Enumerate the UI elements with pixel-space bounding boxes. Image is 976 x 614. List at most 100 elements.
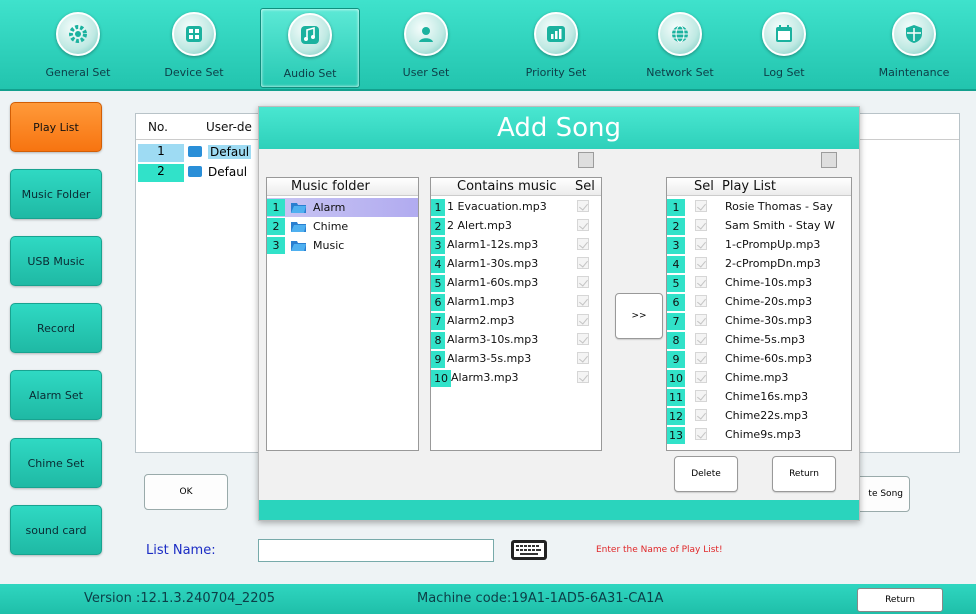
bar-chart-icon <box>534 12 578 56</box>
nav-maintenance[interactable]: Maintenance <box>864 8 964 88</box>
folder-icon <box>291 222 306 232</box>
contains-music-item[interactable]: 6 Alarm1.mp3 <box>431 293 601 312</box>
play-list-item[interactable]: 9 Chime-60s.mp3 <box>667 350 851 369</box>
play-list-item[interactable]: 12 Chime22s.mp3 <box>667 407 851 426</box>
select-checkbox[interactable] <box>577 257 589 269</box>
gear-icon <box>56 12 100 56</box>
folder-icon <box>188 166 202 177</box>
select-checkbox[interactable] <box>695 333 707 345</box>
select-checkbox[interactable] <box>695 219 707 231</box>
return-button[interactable]: Return <box>857 588 943 612</box>
contains-music-item[interactable]: 4 Alarm1-30s.mp3 <box>431 255 601 274</box>
contains-music-item[interactable]: 9 Alarm3-5s.mp3 <box>431 350 601 369</box>
sidebar-item-record[interactable]: Record <box>10 303 102 353</box>
select-checkbox[interactable] <box>577 238 589 250</box>
list-name-input[interactable] <box>258 539 494 562</box>
select-checkbox[interactable] <box>577 371 589 383</box>
nav-log-set[interactable]: Log Set <box>734 8 834 88</box>
sidebar: Play List Music Folder USB Music Record … <box>0 93 116 578</box>
nav-audio-set[interactable]: Audio Set <box>260 8 360 88</box>
music-folder-panel: Music folder 1 Alarm 2 Chime 3 Music <box>266 177 419 451</box>
contains-music-item[interactable]: 22 Alert.mp3 <box>431 217 601 236</box>
add-to-playlist-button[interactable]: >> <box>615 293 663 339</box>
music-note-icon <box>288 13 332 57</box>
nav-general-set[interactable]: General Set <box>28 8 128 88</box>
sidebar-item-usb-music[interactable]: USB Music <box>10 236 102 286</box>
music-folder-header: Music folder <box>267 178 418 196</box>
nav-priority-set[interactable]: Priority Set <box>506 8 606 88</box>
select-checkbox[interactable] <box>695 200 707 212</box>
folder-icon <box>291 241 306 251</box>
select-checkbox[interactable] <box>695 409 707 421</box>
select-checkbox[interactable] <box>577 200 589 212</box>
select-checkbox[interactable] <box>695 295 707 307</box>
folder-item-chime[interactable]: 2 Chime <box>267 217 418 236</box>
select-all-contains-checkbox[interactable] <box>578 152 594 168</box>
folder-icon <box>291 203 306 213</box>
dialog-footer <box>259 500 859 520</box>
folder-item-music[interactable]: 3 Music <box>267 236 418 255</box>
select-checkbox[interactable] <box>577 352 589 364</box>
top-nav: General Set Device Set Audio Set User Se… <box>0 0 976 91</box>
play-list-item[interactable]: 6 Chime-20s.mp3 <box>667 293 851 312</box>
select-checkbox[interactable] <box>577 276 589 288</box>
nav-device-set[interactable]: Device Set <box>144 8 244 88</box>
folder-icon <box>188 146 202 157</box>
contains-music-item[interactable]: 7 Alarm2.mp3 <box>431 312 601 331</box>
dialog-title: Add Song <box>259 107 859 149</box>
contains-music-panel: Contains music Sel 11 Evacuation.mp3 2 2 A… <box>430 177 602 451</box>
contains-music-item[interactable]: 3 Alarm1-12s.mp3 <box>431 236 601 255</box>
select-checkbox[interactable] <box>695 390 707 402</box>
list-name-label: List Name: <box>146 543 216 558</box>
select-checkbox[interactable] <box>577 314 589 326</box>
select-checkbox[interactable] <box>577 295 589 307</box>
contains-music-header: Contains music Sel <box>431 178 601 196</box>
folder-item-alarm[interactable]: 1 Alarm <box>267 198 418 217</box>
play-list-item[interactable]: 4 2-cPrompDn.mp3 <box>667 255 851 274</box>
user-icon <box>404 12 448 56</box>
globe-icon <box>658 12 702 56</box>
sidebar-item-chime-set[interactable]: Chime Set <box>10 438 102 488</box>
hint-text: Enter the Name of Play List! <box>596 545 723 555</box>
sidebar-item-music-folder[interactable]: Music Folder <box>10 169 102 219</box>
play-list-item[interactable]: 2 Sam Smith - Stay W <box>667 217 851 236</box>
delete-button[interactable]: Delete <box>674 456 738 492</box>
calendar-icon <box>762 12 806 56</box>
play-list-item[interactable]: 10 Chime.mp3 <box>667 369 851 388</box>
keyboard-icon[interactable] <box>510 538 548 562</box>
sidebar-item-sound-card[interactable]: sound card <box>10 505 102 555</box>
contains-music-item[interactable]: 11 Evacuation.mp3 <box>431 198 601 217</box>
sidebar-item-play-list[interactable]: Play List <box>10 102 102 152</box>
select-all-playlist-checkbox[interactable] <box>821 152 837 168</box>
contains-music-item[interactable]: 8 Alarm3-10s.mp3 <box>431 331 601 350</box>
select-checkbox[interactable] <box>577 333 589 345</box>
nav-user-set[interactable]: User Set <box>376 8 476 88</box>
nav-network-set[interactable]: Network Set <box>630 8 730 88</box>
play-list-panel: Sel Play List 1 Rosie Thomas - Say 2 Sam Sm… <box>666 177 852 451</box>
select-checkbox[interactable] <box>577 219 589 231</box>
machine-code-text: Machine code:19A1-1AD5-6A31-CA1A <box>417 591 664 606</box>
add-song-dialog: Add Song Music folder 1 Alarm 2 Chime 3 … <box>258 106 860 521</box>
select-checkbox[interactable] <box>695 276 707 288</box>
play-list-header: Sel Play List <box>667 178 851 196</box>
play-list-item[interactable]: 5 Chime-10s.mp3 <box>667 274 851 293</box>
play-list-item[interactable]: 8 Chime-5s.mp3 <box>667 331 851 350</box>
version-text: Version :12.1.3.240704_2205 <box>84 591 276 606</box>
play-list-item[interactable]: 1 Rosie Thomas - Say <box>667 198 851 217</box>
select-checkbox[interactable] <box>695 314 707 326</box>
contains-music-item[interactable]: 10 Alarm3.mp3 <box>431 369 601 388</box>
sidebar-item-alarm-set[interactable]: Alarm Set <box>10 370 102 420</box>
shield-icon <box>892 12 936 56</box>
play-list-item[interactable]: 7 Chime-30s.mp3 <box>667 312 851 331</box>
dialog-return-button[interactable]: Return <box>772 456 836 492</box>
select-checkbox[interactable] <box>695 352 707 364</box>
select-checkbox[interactable] <box>695 371 707 383</box>
play-list-item[interactable]: 13 Chime9s.mp3 <box>667 426 851 445</box>
ok-button[interactable]: OK <box>144 474 228 510</box>
contains-music-item[interactable]: 5 Alarm1-60s.mp3 <box>431 274 601 293</box>
select-checkbox[interactable] <box>695 257 707 269</box>
select-checkbox[interactable] <box>695 428 707 440</box>
play-list-item[interactable]: 11 Chime16s.mp3 <box>667 388 851 407</box>
play-list-item[interactable]: 3 1-cPrompUp.mp3 <box>667 236 851 255</box>
select-checkbox[interactable] <box>695 238 707 250</box>
